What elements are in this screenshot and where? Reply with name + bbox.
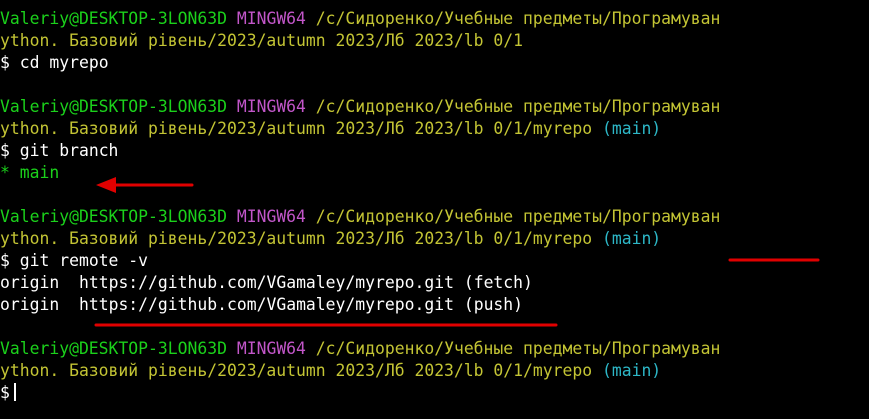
remote-output-fetch: origin https://github.com/VGamaley/myrep…	[0, 272, 533, 294]
path-text: /c/Сидоренко/Учебные предметы/Програмува…	[315, 9, 721, 28]
path-text: /c/Сидоренко/Учебные предметы/Програмува…	[315, 97, 721, 116]
shell-name: MINGW64	[236, 97, 306, 116]
remote-url[interactable]: https://github.com/VGamaley/myrepo.git	[79, 273, 454, 292]
command-text: git remote -v	[19, 251, 149, 270]
branch-indicator: (main)	[601, 229, 662, 248]
remote-type: (push)	[463, 295, 524, 314]
prompt-symbol: $	[0, 53, 10, 72]
current-branch: * main	[0, 163, 60, 182]
path-text: /c/Сидоренко/Учебные предметы/Програмува…	[315, 339, 721, 358]
path-text: ython. Базовий рівень/2023/autumn 2023/Л…	[0, 229, 593, 248]
terminal-window[interactable]: Valeriy@DESKTOP-3LON63D MINGW64 /c/Сидор…	[0, 0, 869, 419]
path-text: ython. Базовий рівень/2023/autumn 2023/Л…	[0, 119, 593, 138]
remote-output-push: origin https://github.com/VGamaley/myrep…	[0, 294, 523, 316]
user-host: Valeriy@DESKTOP-3LON63D	[0, 339, 227, 358]
prompt-path-continuation-2: ython. Базовий рівень/2023/autumn 2023/Л…	[0, 118, 661, 140]
branch-indicator: (main)	[601, 119, 662, 138]
remote-name: origin	[0, 273, 60, 292]
remote-name: origin	[0, 295, 60, 314]
shell-name: MINGW64	[236, 9, 306, 28]
shell-name: MINGW64	[236, 207, 306, 226]
prompt-header-4: Valeriy@DESKTOP-3LON63D MINGW64 /c/Сидор…	[0, 338, 720, 360]
user-host: Valeriy@DESKTOP-3LON63D	[0, 97, 227, 116]
command-line-3: $ git remote -v	[0, 250, 148, 272]
command-line-active[interactable]: $	[0, 382, 16, 404]
command-line-1: $ cd myrepo	[0, 52, 109, 74]
user-host: Valeriy@DESKTOP-3LON63D	[0, 207, 227, 226]
text-cursor[interactable]	[13, 383, 16, 401]
prompt-symbol: $	[0, 141, 10, 160]
path-text: /c/Сидоренко/Учебные предметы/Програмува…	[315, 207, 721, 226]
branch-output: * main	[0, 162, 59, 184]
remote-url[interactable]: https://github.com/VGamaley/myrepo.git	[79, 295, 454, 314]
prompt-path-continuation-4: ython. Базовий рівень/2023/autumn 2023/Л…	[0, 360, 661, 382]
command-text: cd myrepo	[19, 53, 109, 72]
prompt-symbol: $	[0, 251, 10, 270]
prompt-symbol: $	[0, 383, 10, 402]
command-line-2: $ git branch	[0, 140, 118, 162]
arrow-to-main-branch	[96, 177, 194, 193]
path-text: ython. Базовий рівень/2023/autumn 2023/Л…	[0, 361, 593, 380]
remote-type: (fetch)	[463, 273, 533, 292]
prompt-path-continuation-1: ython. Базовий рівень/2023/autumn 2023/Л…	[0, 30, 523, 52]
user-host: Valeriy@DESKTOP-3LON63D	[0, 9, 227, 28]
shell-name: MINGW64	[236, 339, 306, 358]
prompt-header-3: Valeriy@DESKTOP-3LON63D MINGW64 /c/Сидор…	[0, 206, 720, 228]
prompt-path-continuation-3: ython. Базовий рівень/2023/autumn 2023/Л…	[0, 228, 661, 250]
prompt-header-2: Valeriy@DESKTOP-3LON63D MINGW64 /c/Сидор…	[0, 96, 720, 118]
path-text: ython. Базовий рівень/2023/autumn 2023/Л…	[0, 31, 524, 50]
branch-indicator: (main)	[601, 361, 662, 380]
command-text: git branch	[19, 141, 119, 160]
prompt-header-1: Valeriy@DESKTOP-3LON63D MINGW64 /c/Сидор…	[0, 8, 720, 30]
